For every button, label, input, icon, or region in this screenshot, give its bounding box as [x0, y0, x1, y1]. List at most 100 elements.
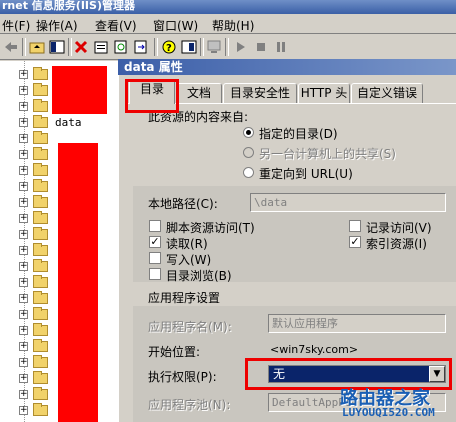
- checkbox-log-visits-label: 记录访问(V): [366, 221, 432, 235]
- toolbar-separator: [154, 38, 158, 56]
- menu-help[interactable]: 帮助(H): [212, 17, 254, 34]
- menu-file[interactable]: 件(F): [2, 17, 30, 34]
- redaction-block: [58, 143, 98, 422]
- expand-icon[interactable]: +: [19, 102, 28, 111]
- exec-permission-value: 无: [273, 367, 286, 381]
- checkbox-write[interactable]: [149, 252, 161, 264]
- tab-directory[interactable]: 目录: [129, 79, 175, 104]
- app-pool-label: 应用程序池(N):: [148, 398, 231, 412]
- expand-icon[interactable]: +: [19, 390, 28, 399]
- expand-icon[interactable]: +: [19, 70, 28, 79]
- up-folder-icon[interactable]: [28, 38, 46, 56]
- back-icon[interactable]: [2, 38, 20, 56]
- start-position-value: <win7sky.com>: [270, 343, 359, 356]
- expand-icon[interactable]: +: [19, 166, 28, 175]
- expand-icon[interactable]: +: [19, 278, 28, 287]
- content-source-label: 此资源的内容来自:: [148, 110, 249, 124]
- tab-label: 目录安全性: [229, 86, 290, 100]
- checkbox-index-resource-label: 索引资源(I): [366, 237, 427, 251]
- tab-http-headers[interactable]: HTTP 头: [298, 83, 350, 103]
- expand-icon[interactable]: +: [19, 118, 28, 127]
- folder-icon: [33, 83, 48, 96]
- expand-icon[interactable]: +: [19, 150, 28, 159]
- toolbar-separator: [22, 38, 26, 56]
- expand-icon[interactable]: +: [19, 198, 28, 207]
- expand-icon[interactable]: +: [19, 358, 28, 367]
- folder-icon: [33, 131, 48, 144]
- checkbox-script-source-access[interactable]: [149, 220, 161, 232]
- checkbox-script-source-access-label: 脚本资源访问(T): [166, 221, 255, 235]
- folder-icon: [33, 403, 48, 416]
- folder-icon: [33, 323, 48, 336]
- expand-icon[interactable]: +: [19, 134, 28, 143]
- app-settings-label: 应用程序设置: [148, 291, 221, 305]
- radio-redirect-url[interactable]: [243, 167, 254, 178]
- checkbox-read[interactable]: ✓: [149, 236, 161, 248]
- folder-icon: [33, 371, 48, 384]
- checkbox-index-resource[interactable]: ✓: [349, 236, 361, 248]
- folder-icon: [33, 275, 48, 288]
- folder-icon: [33, 163, 48, 176]
- folder-icon: [33, 355, 48, 368]
- tab-documents[interactable]: 文档: [176, 83, 222, 103]
- checkbox-directory-browsing-label: 目录浏览(B): [166, 269, 232, 283]
- app-name-field[interactable]: 默认应用程序: [268, 314, 446, 333]
- radio-local-directory[interactable]: [243, 127, 254, 138]
- tree-node-label: data: [55, 116, 82, 129]
- menu-view[interactable]: 查看(V): [95, 17, 137, 34]
- checkbox-log-visits[interactable]: [349, 220, 361, 232]
- checkbox-directory-browsing[interactable]: [149, 268, 161, 280]
- dialog-title-bar: data 属性: [118, 59, 456, 75]
- menu-bar: 件(F) 操作(A) 查看(V) 窗口(W) 帮助(H): [0, 14, 456, 34]
- tab-custom-errors[interactable]: 自定义错误: [351, 83, 423, 103]
- play-icon[interactable]: [232, 38, 250, 56]
- folder-icon: [33, 291, 48, 304]
- exec-permission-select[interactable]: 无 ▼: [268, 365, 446, 383]
- view-icon[interactable]: [180, 38, 198, 56]
- folder-icon: [33, 259, 48, 272]
- refresh-icon[interactable]: [112, 38, 130, 56]
- toolbar-separator: [200, 38, 204, 56]
- start-position-label: 开始位置:: [148, 345, 201, 359]
- expand-icon[interactable]: +: [19, 326, 28, 335]
- dialog-title: data 属性: [124, 60, 183, 74]
- expand-icon[interactable]: +: [19, 374, 28, 383]
- help-icon[interactable]: ?: [160, 38, 178, 56]
- toolbar-separator: [225, 38, 229, 56]
- radio-network-share[interactable]: [243, 147, 254, 158]
- expand-icon[interactable]: +: [19, 406, 28, 415]
- folder-icon: [33, 179, 48, 192]
- site-tree[interactable]: + + + + data + + + + + + + + + + + + + + …: [0, 61, 124, 422]
- tab-label: HTTP 头: [300, 86, 348, 100]
- expand-icon[interactable]: +: [19, 214, 28, 223]
- menu-action[interactable]: 操作(A): [36, 17, 78, 34]
- export-icon[interactable]: [132, 38, 150, 56]
- folder-icon: [33, 147, 48, 160]
- expand-icon[interactable]: +: [19, 230, 28, 239]
- show-tree-icon[interactable]: [48, 38, 66, 56]
- tree-node-data[interactable]: + data: [0, 115, 124, 131]
- local-path-field[interactable]: \data: [250, 193, 446, 212]
- watermark-logo: 路由器之家 LUYOUQI520.COM: [340, 384, 456, 422]
- expand-icon[interactable]: +: [19, 182, 28, 191]
- radio-network-share-label: 另一台计算机上的共享(S): [259, 147, 396, 161]
- tab-directory-security[interactable]: 目录安全性: [223, 83, 297, 103]
- expand-icon[interactable]: +: [19, 262, 28, 271]
- folder-icon: [33, 211, 48, 224]
- tab-label: 目录: [139, 82, 164, 96]
- delete-icon[interactable]: [72, 38, 90, 56]
- chevron-down-icon[interactable]: ▼: [429, 366, 445, 382]
- computer-icon[interactable]: [205, 38, 223, 56]
- expand-icon[interactable]: +: [19, 342, 28, 351]
- window-title: rnet 信息服务(IIS)管理器: [2, 0, 135, 12]
- menu-window[interactable]: 窗口(W): [153, 17, 198, 34]
- expand-icon[interactable]: +: [19, 294, 28, 303]
- expand-icon[interactable]: +: [19, 310, 28, 319]
- expand-icon[interactable]: +: [19, 246, 28, 255]
- properties-icon[interactable]: [92, 38, 110, 56]
- folder-icon: [33, 227, 48, 240]
- expand-icon[interactable]: +: [19, 86, 28, 95]
- pause-icon[interactable]: [272, 38, 290, 56]
- folder-icon: [33, 195, 48, 208]
- stop-icon[interactable]: [252, 38, 270, 56]
